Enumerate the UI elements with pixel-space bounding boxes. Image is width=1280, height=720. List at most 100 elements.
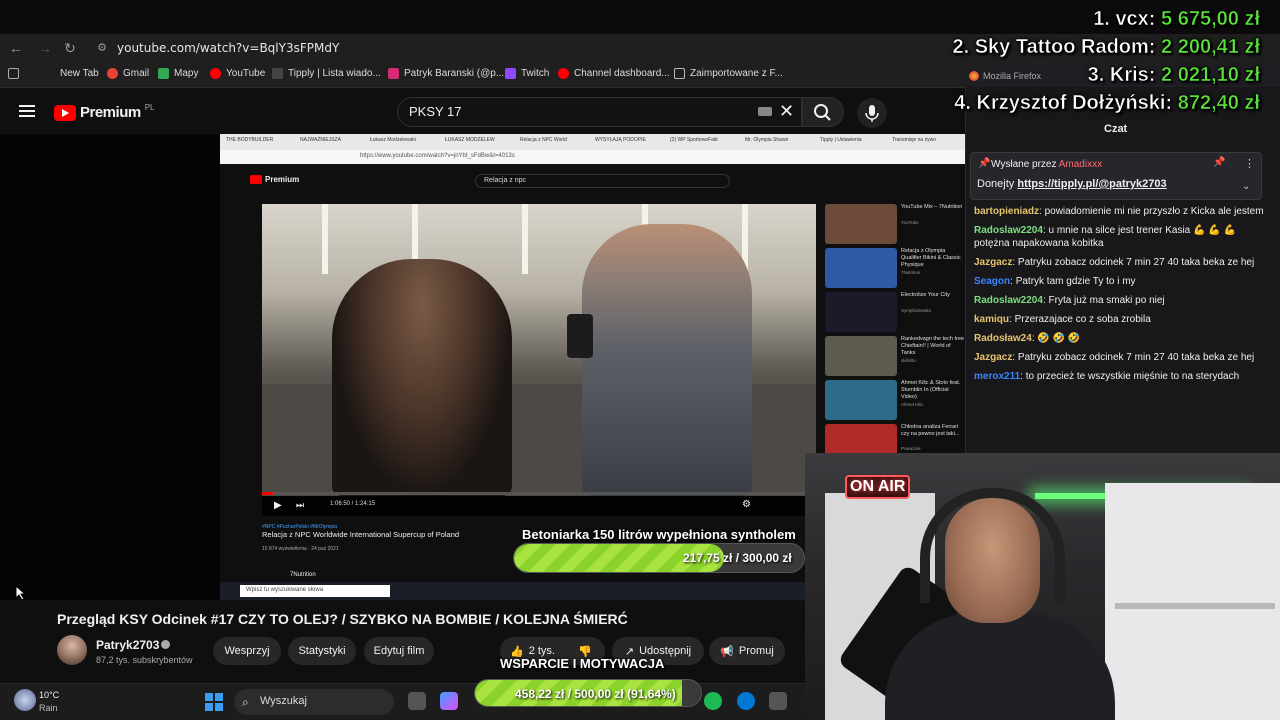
- spotify-icon[interactable]: [704, 692, 722, 710]
- chat-username[interactable]: merox211: [974, 371, 1020, 382]
- chat-message: kamiqu: Przerazajace co z soba zrobila: [974, 314, 1151, 325]
- chat-username[interactable]: kamiqu: [974, 314, 1009, 325]
- chat-window-title: Mozilla Firefox: [983, 71, 1042, 81]
- on-air-sign: ON AIR: [845, 475, 911, 499]
- suggestion-item: Relacja z Olympia Qualifier Bikini & Cla…: [825, 248, 965, 290]
- menu-icon[interactable]: [19, 104, 35, 118]
- inner-progress-bar: [262, 492, 816, 495]
- leaderboard-rank: 2.: [952, 36, 970, 59]
- back-icon[interactable]: ←: [8, 40, 24, 56]
- calculator-icon[interactable]: [769, 692, 787, 710]
- unpin-icon[interactable]: 📌: [1213, 157, 1225, 168]
- keyboard-icon[interactable]: [758, 107, 772, 116]
- chat-username[interactable]: Radosław24: [974, 333, 1032, 344]
- leaderboard-rank: 4.: [954, 92, 971, 115]
- promote-button[interactable]: 📢 Promuj: [709, 637, 785, 665]
- leaderboard-amount: 2 021,10 zł: [1161, 64, 1260, 87]
- chevron-down-icon[interactable]: ⌄: [1242, 181, 1250, 192]
- inner-next-icon: ⏭: [296, 500, 305, 510]
- site-info-icon[interactable]: ⚙: [94, 40, 110, 56]
- bookmark-youtube[interactable]: YouTube: [210, 68, 265, 79]
- bookmark-twitch[interactable]: Twitch: [505, 68, 549, 79]
- megaphone-icon: 📢: [720, 645, 734, 658]
- microphone-icon: [865, 105, 879, 122]
- bookmark-folder[interactable]: Zaimportowane z F...: [674, 68, 783, 79]
- more-options-icon[interactable]: ⋮: [1244, 157, 1255, 170]
- chat-message: Seagon: Patryk tam gdzie Ty to i my: [974, 276, 1136, 287]
- pinned-by: Wysłane przez Amadixxx: [991, 159, 1103, 170]
- leaderboard-entry: 4. Krzysztof Dołżyński: 872,40 zł: [954, 92, 1260, 115]
- goal2-amount: 458,22 zł / 500,00 zł (91,64%): [515, 687, 676, 701]
- chat-username[interactable]: Radoslaw2204: [974, 225, 1043, 236]
- bookmark-instagram[interactable]: Patryk Baranski (@p...: [388, 68, 504, 79]
- bookmark-gmail[interactable]: Gmail: [107, 68, 149, 79]
- bookmark-channel-dashboard[interactable]: Channel dashboard...: [558, 68, 670, 79]
- inner-video-time: 1:06:50 / 1:24:15: [330, 501, 376, 507]
- weather-temperature: 10°C: [39, 690, 60, 700]
- inner-search-box: Relacja z npc: [475, 174, 730, 188]
- interviewee-figure: [332, 259, 512, 496]
- inner-address-bar: https://www.youtube.com/watch?v=jnYbt_sF…: [220, 150, 965, 164]
- chat-username[interactable]: Jazgacz: [974, 352, 1012, 363]
- inner-play-icon: ▶: [274, 500, 282, 511]
- inner-video-meta: 15 874 wyświetlenia · 24 paź 2021: [262, 546, 339, 552]
- youtube-logo[interactable]: Premium PL: [54, 103, 155, 121]
- chat-text: Przerazajace co z soba zrobila: [1014, 314, 1151, 325]
- tipply-link[interactable]: https://tipply.pl/@patryk2703: [1017, 178, 1166, 190]
- taskbar-search[interactable]: [234, 689, 394, 715]
- bookmark-mapy[interactable]: Mapy: [158, 68, 198, 79]
- suggestion-item: YouTube Mix – 7Nutrition YouTube: [825, 204, 965, 246]
- chat-text: Patryk tam gdzie Ty to i my: [1015, 276, 1136, 287]
- taskbar-search-icon: ⌕: [242, 695, 249, 709]
- support-button[interactable]: Wesprzyj: [213, 637, 281, 665]
- voice-search-button[interactable]: [857, 98, 887, 128]
- pin-icon: 📌: [978, 158, 991, 169]
- search-button[interactable]: [802, 97, 844, 127]
- leaderboard-rank: 1.: [1093, 8, 1110, 31]
- chat-message: Radoslaw2204: Fryta już ma smaki po niej: [974, 295, 1165, 306]
- reload-icon[interactable]: ↻: [62, 40, 78, 56]
- channel-avatar[interactable]: [57, 635, 87, 665]
- leaderboard-name: Kris:: [1109, 64, 1156, 87]
- firefox-icon: [969, 71, 979, 81]
- interviewer-figure: [582, 224, 752, 496]
- chat-username[interactable]: Radoslaw2204: [974, 295, 1043, 306]
- skype-icon[interactable]: [737, 692, 755, 710]
- inner-video-frame: [262, 204, 816, 496]
- chat-message: Radosław24: 🤣 🤣 🤣: [974, 333, 1081, 344]
- mouse-cursor-icon: [15, 585, 27, 601]
- copilot-icon[interactable]: [440, 692, 458, 710]
- suggestion-item: Ahmet Kilic & Stoto feat. Stumblin In (O…: [825, 380, 965, 422]
- chat-messages: bartopieniadz: powiadomienie mi nie przy…: [974, 205, 1274, 389]
- inner-youtube-logo: Premium: [250, 175, 299, 184]
- chat-text: Fryta już ma smaki po niej: [1048, 295, 1165, 306]
- pinned-message-text: Donejty https://tipply.pl/@patryk2703: [977, 178, 1167, 190]
- forward-icon[interactable]: →: [37, 40, 53, 56]
- chat-text: 🤣 🤣 🤣: [1037, 333, 1081, 344]
- chat-username[interactable]: Seagon: [974, 276, 1010, 287]
- channel-name[interactable]: Patryk2703: [96, 638, 159, 652]
- apps-icon[interactable]: [8, 68, 19, 79]
- statistics-button[interactable]: Statystyki: [288, 637, 356, 665]
- chat-text: powiadomienie mi nie przyszło z Kicka al…: [1044, 206, 1264, 217]
- inner-tab-strip: THE BODYBUILDER NAJWAŻNIEJSZA Łukasz Mod…: [220, 134, 965, 150]
- bookmark-tipply[interactable]: Tipply | Lista wiado...: [272, 68, 381, 79]
- chat-text: to przecież te wszystkie mięśnie to na s…: [1025, 371, 1240, 382]
- chat-username[interactable]: bartopieniadz: [974, 206, 1039, 217]
- chat-username[interactable]: Jazgacz: [974, 257, 1012, 268]
- address-bar[interactable]: youtube.com/watch?v=BqlY3sFPMdY: [117, 41, 339, 55]
- task-view-icon[interactable]: [408, 692, 426, 710]
- leaderboard-name: vcx:: [1115, 8, 1156, 31]
- leaderboard-rank: 3.: [1087, 64, 1105, 87]
- leaderboard-amount: 5 675,00 zł: [1161, 8, 1260, 31]
- chat-message: Jazgacz: Patryku zobacz odcinek 7 min 27…: [974, 257, 1255, 268]
- chat-text: Patryku zobacz odcinek 7 min 27 40 taka …: [1017, 257, 1255, 268]
- bookmark-new-tab[interactable]: New Tab: [60, 68, 99, 79]
- edit-video-button[interactable]: Edytuj film: [364, 637, 434, 665]
- chat-message: Jazgacz: Patryku zobacz odcinek 7 min 27…: [974, 352, 1255, 363]
- leaderboard-name: Krzysztof Dołżyński:: [976, 92, 1173, 115]
- start-button-icon[interactable]: [205, 693, 223, 711]
- leaderboard-amount: 2 200,41 zł: [1161, 36, 1260, 59]
- clear-search-icon[interactable]: ✕: [779, 101, 794, 122]
- weather-icon[interactable]: [14, 689, 36, 711]
